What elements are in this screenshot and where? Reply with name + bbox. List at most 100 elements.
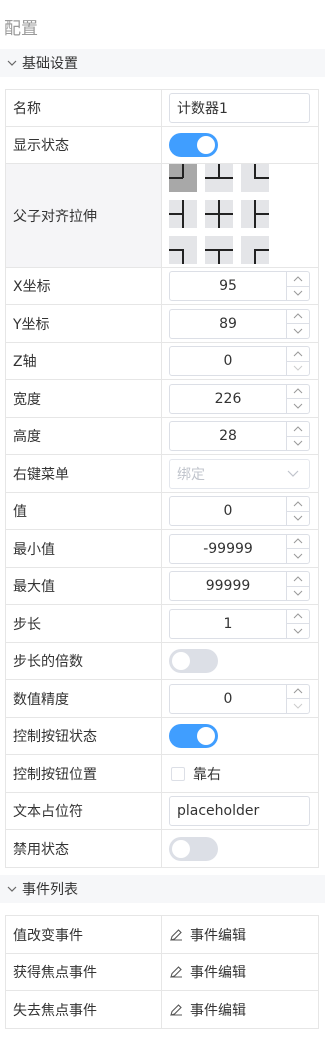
z-decrease-button[interactable] [287, 362, 309, 376]
chevron-down-icon [293, 365, 303, 371]
precision-value[interactable]: 0 [170, 685, 286, 713]
value-input[interactable]: 0 [169, 496, 310, 526]
max-input[interactable]: 99999 [169, 571, 310, 601]
event-edit-label: 事件编辑 [190, 927, 246, 944]
name-input[interactable]: 计数器1 [169, 93, 310, 123]
height-input[interactable]: 28 [169, 421, 310, 451]
align-bottom-left-cell[interactable] [169, 236, 197, 264]
y-decrease-button[interactable] [287, 324, 309, 338]
row-value: 值 0 [6, 493, 318, 530]
event-edit-link[interactable]: 事件编辑 [169, 1000, 246, 1020]
align-grid [169, 164, 269, 264]
section-header-events[interactable]: 事件列表 [0, 875, 325, 903]
event-edit-link[interactable]: 事件编辑 [169, 962, 246, 982]
precision-input[interactable]: 0 [169, 683, 310, 714]
context-menu-select[interactable]: 绑定 [169, 458, 310, 489]
chevron-down-icon [293, 328, 303, 334]
event-label: 获得焦点事件 [6, 954, 162, 990]
align-bottom-right-cell[interactable] [241, 236, 269, 264]
row-x: X坐标 95 [6, 268, 318, 305]
chevron-down-icon [293, 553, 303, 559]
chevron-up-icon [293, 351, 303, 357]
chevron-down-icon [7, 886, 17, 892]
align-top-center-cell[interactable] [205, 164, 233, 192]
min-decrease-button[interactable] [287, 549, 309, 563]
label-disabled: 禁用状态 [6, 830, 162, 867]
align-bottom-left-icon [169, 249, 184, 264]
align-top-center-icon [205, 164, 233, 179]
align-center-cell[interactable] [205, 200, 233, 228]
event-edit-link[interactable]: 事件编辑 [169, 925, 246, 945]
panel-title: 配置 [4, 19, 38, 39]
event-row: 值改变事件 事件编辑 [6, 916, 318, 954]
value-decrease-button[interactable] [287, 512, 309, 526]
width-input[interactable]: 226 [169, 383, 310, 414]
precision-increase-button[interactable] [287, 685, 309, 699]
pencil-icon [170, 1003, 182, 1016]
event-edit-label: 事件编辑 [190, 965, 246, 981]
chevron-down-icon [293, 515, 303, 521]
align-middle-left-icon [169, 200, 184, 228]
value-increase-button[interactable] [287, 497, 309, 512]
label-precision: 数值精度 [6, 680, 162, 717]
min-value[interactable]: -99999 [170, 535, 286, 563]
x-value[interactable]: 95 [170, 272, 286, 300]
min-increase-button[interactable] [287, 535, 309, 549]
x-decrease-button[interactable] [287, 287, 309, 301]
row-align: 父子对齐拉伸 [6, 164, 318, 268]
visible-toggle[interactable] [169, 133, 218, 157]
row-precision: 数值精度 0 [6, 680, 318, 718]
chevron-down-icon [293, 703, 303, 709]
y-input[interactable]: 89 [169, 308, 310, 339]
step-value[interactable]: 1 [170, 610, 286, 638]
height-value[interactable]: 28 [170, 422, 286, 450]
x-input[interactable]: 95 [169, 271, 310, 301]
section-title-basic: 基础设置 [22, 56, 78, 72]
row-step: 步长 1 [6, 605, 318, 643]
x-increase-button[interactable] [287, 272, 309, 287]
height-decrease-button[interactable] [287, 437, 309, 451]
placeholder-input[interactable]: placeholder [169, 796, 310, 826]
width-decrease-button[interactable] [287, 399, 309, 413]
precision-decrease-button[interactable] [287, 699, 309, 713]
align-middle-right-icon [254, 200, 269, 228]
align-top-left-cell[interactable] [169, 164, 197, 192]
max-decrease-button[interactable] [287, 587, 309, 601]
z-value[interactable]: 0 [170, 347, 286, 375]
step-input[interactable]: 1 [169, 608, 310, 639]
events-table: 值改变事件 事件编辑 获得焦点事件 事件编辑 失去焦点事件 事件编辑 [5, 915, 319, 1029]
chevron-down-icon [293, 590, 303, 596]
chevron-up-icon [293, 388, 303, 394]
section-header-basic[interactable]: 基础设置 [0, 49, 325, 77]
label-align: 父子对齐拉伸 [6, 164, 162, 267]
row-height: 高度 28 [6, 418, 318, 455]
z-input[interactable]: 0 [169, 346, 310, 376]
y-value[interactable]: 89 [170, 310, 286, 338]
width-value[interactable]: 226 [170, 385, 286, 413]
max-value[interactable]: 99999 [170, 572, 286, 600]
step-multiple-toggle[interactable] [169, 649, 218, 673]
step-decrease-button[interactable] [287, 624, 309, 638]
y-increase-button[interactable] [287, 310, 309, 324]
z-increase-button[interactable] [287, 347, 309, 362]
align-bottom-center-cell[interactable] [205, 236, 233, 264]
controls-position-option[interactable]: 靠右 [193, 764, 221, 784]
align-middle-right-cell[interactable] [241, 200, 269, 228]
label-y: Y坐标 [6, 305, 162, 342]
max-increase-button[interactable] [287, 572, 309, 587]
controls-position-checkbox[interactable] [171, 766, 185, 781]
min-input[interactable]: -99999 [169, 533, 310, 564]
height-increase-button[interactable] [287, 422, 309, 437]
label-value: 值 [6, 493, 162, 529]
align-middle-left-cell[interactable] [169, 200, 197, 228]
label-step-multiple: 步长的倍数 [6, 643, 162, 679]
row-controls-position: 控制按钮位置 靠右 [6, 755, 318, 793]
width-increase-button[interactable] [287, 385, 309, 399]
disabled-toggle[interactable] [169, 836, 218, 861]
controls-state-toggle[interactable] [169, 724, 218, 748]
step-increase-button[interactable] [287, 610, 309, 624]
align-top-right-cell[interactable] [241, 164, 269, 192]
label-x: X坐标 [6, 268, 162, 304]
pencil-icon [170, 966, 182, 978]
value-value[interactable]: 0 [170, 497, 286, 525]
